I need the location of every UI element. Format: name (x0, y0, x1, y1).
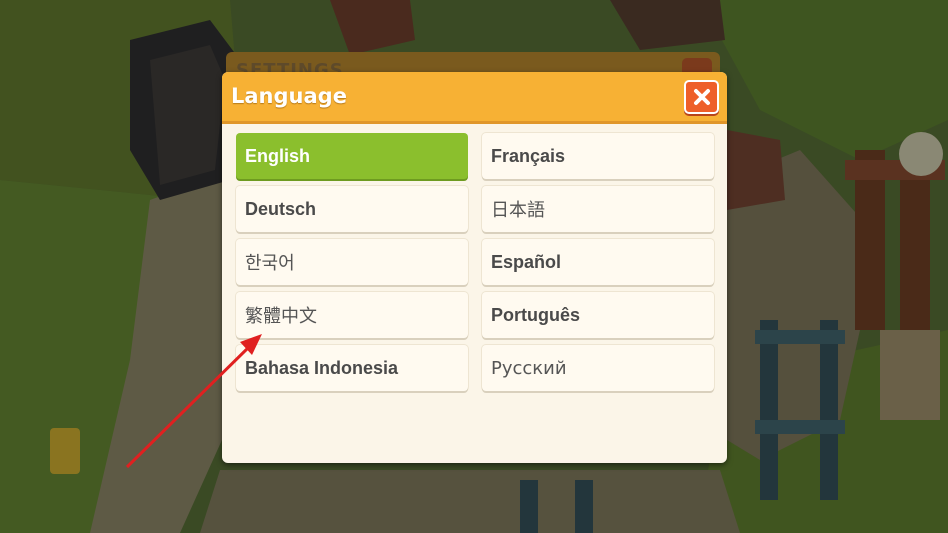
language-dialog: Language English Français Deutsch 日本語 한국… (222, 72, 727, 463)
language-label: 繁體中文 (245, 306, 317, 327)
dialog-header: Language (222, 72, 727, 124)
language-label: 日本語 (491, 200, 545, 221)
close-button[interactable] (684, 80, 719, 114)
language-label: Bahasa Indonesia (245, 357, 399, 378)
language-option-korean[interactable]: 한국어 (236, 239, 468, 285)
language-option-japanese[interactable]: 日本語 (482, 186, 714, 232)
dialog-title: Language (231, 84, 347, 108)
language-option-indonesian[interactable]: Bahasa Indonesia (236, 345, 468, 391)
language-option-french[interactable]: Français (482, 133, 714, 179)
language-option-german[interactable]: Deutsch (236, 186, 468, 232)
language-label: English (245, 145, 311, 166)
language-label: Español (491, 251, 562, 272)
language-label: 한국어 (245, 253, 295, 274)
language-option-english[interactable]: English (236, 133, 468, 179)
language-option-spanish[interactable]: Español (482, 239, 714, 285)
language-label: Русский (491, 357, 567, 379)
language-label: Português (491, 304, 581, 325)
language-label: Deutsch (245, 198, 317, 219)
close-icon (693, 89, 710, 105)
language-option-russian[interactable]: Русский (482, 345, 714, 391)
language-label: Français (491, 145, 566, 166)
language-option-traditional-chinese[interactable]: 繁體中文 (236, 292, 468, 338)
language-option-portuguese[interactable]: Português (482, 292, 714, 338)
